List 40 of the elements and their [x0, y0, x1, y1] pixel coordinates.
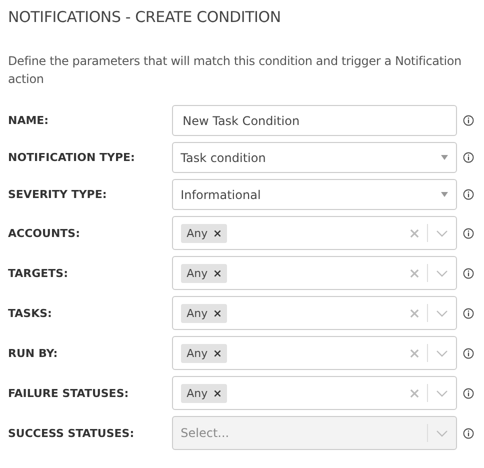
caret-icon — [441, 155, 448, 160]
name-input[interactable]: New Task Condition — [172, 105, 457, 136]
info-icon[interactable] — [463, 152, 474, 163]
info-icon[interactable] — [463, 189, 474, 200]
tag-chip: Any — [180, 224, 227, 242]
field-label: ACCOUNTS: — [8, 226, 81, 240]
tag-chip: Any — [180, 344, 227, 362]
info-icon[interactable] — [463, 348, 474, 358]
multi-select[interactable]: Any — [172, 296, 457, 330]
dropdown[interactable]: Task condition — [172, 142, 457, 173]
field-label: NOTIFICATION TYPE: — [8, 151, 136, 164]
tag-chip: Any — [180, 264, 227, 282]
field-label: SUCCESS STATUSES: — [8, 426, 136, 440]
description: Define the parameters that will match this condition and trigger a Notification action — [8, 53, 462, 88]
multi-select[interactable]: Any — [172, 376, 457, 410]
field-label: TARGETS: — [8, 266, 70, 280]
info-icon[interactable] — [463, 268, 474, 278]
info-icon[interactable] — [463, 388, 474, 398]
info-icon[interactable] — [463, 228, 474, 238]
page-title: NOTIFICATIONS - CREATE CONDITION — [8, 8, 282, 26]
remove-icon[interactable] — [214, 350, 221, 356]
remove-icon[interactable] — [214, 310, 221, 316]
info-icon[interactable] — [463, 115, 474, 126]
tag-chip: Any — [180, 384, 227, 402]
field-label: FAILURE STATUSES: — [8, 386, 130, 400]
field-label: RUN BY: — [8, 346, 59, 360]
field-label: SEVERITY TYPE: — [8, 188, 108, 201]
multi-select[interactable]: Any — [172, 216, 457, 250]
tag-chip: Any — [180, 304, 227, 322]
field-label: TASKS: — [8, 306, 53, 320]
info-icon[interactable] — [463, 428, 474, 438]
remove-icon[interactable] — [214, 230, 221, 236]
multi-select[interactable]: Any — [172, 336, 457, 370]
multi-select[interactable]: Any — [172, 256, 457, 290]
remove-icon[interactable] — [214, 390, 221, 396]
remove-icon[interactable] — [214, 270, 221, 276]
info-icon[interactable] — [463, 308, 474, 318]
caret-icon — [441, 192, 448, 197]
field-label: NAME: — [8, 114, 50, 127]
dropdown[interactable]: Informational — [172, 179, 457, 210]
